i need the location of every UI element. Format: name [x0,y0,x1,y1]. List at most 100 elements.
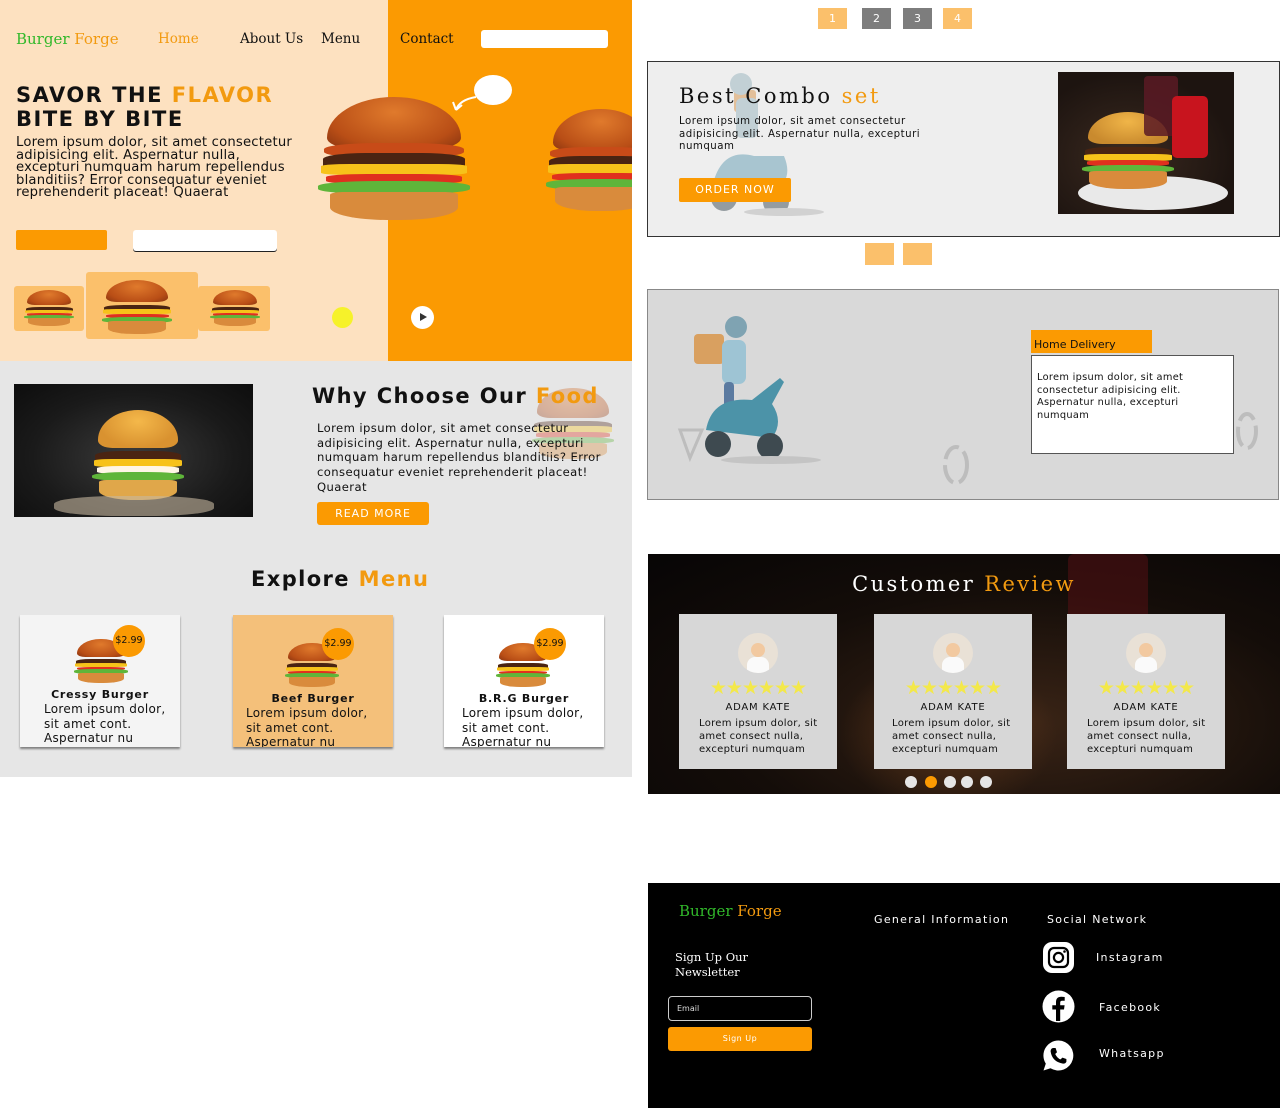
brand-name-part1: Burger [679,902,733,920]
hero-burger-clip [388,97,632,225]
avatar [933,633,973,673]
combo-nav-next[interactable] [903,243,932,265]
newsletter-heading: Sign Up Our Newsletter [675,950,748,980]
footer-logo[interactable]: Burger Forge [679,902,782,920]
newsletter-line2: Newsletter [675,965,740,979]
facebook-link[interactable]: Facebook [1099,1001,1161,1014]
menu-card-name: Beef Burger [271,692,355,705]
reviewer-name: ADAM KATE [725,702,791,713]
review-title-text: Customer [852,572,985,596]
review-card-1: ★★★★★★ ADAM KATE Lorem ipsum dolor, sit … [679,614,837,769]
why-title-highlight: Food [535,384,599,408]
reviewer-name: ADAM KATE [1113,702,1179,713]
hero-title-line2: BITE BY BITE [16,107,184,131]
explore-title-text: Explore [251,567,359,591]
thumbnail-1[interactable] [14,286,84,331]
decorative-ring-2 [1236,412,1258,450]
menu-card-cressy[interactable]: $2.99 Cressy Burger Lorem ipsum dolor, s… [20,615,180,747]
carousel-dot-1[interactable] [905,776,917,788]
play-button[interactable] [411,306,434,329]
price-badge: $2.99 [534,628,566,660]
review-text: Lorem ipsum dolor, sit amet consect null… [699,718,818,755]
menu-card-description: Lorem ipsum dolor, sit amet cont. Aspern… [462,706,584,747]
carousel-dot-2-active[interactable] [925,776,937,788]
combo-title-text: Best Combo [679,84,842,108]
nav-about[interactable]: About Us [240,31,303,47]
page-button-3[interactable]: 3 [903,8,932,29]
decorative-ring [943,445,969,485]
carousel-dot-3[interactable] [944,776,956,788]
combo-title: Best Combo set [679,84,881,108]
delivery-scooter-illustration [677,316,821,464]
email-field[interactable]: Email [668,996,812,1021]
carousel-dot-4[interactable] [961,776,973,788]
search-input[interactable] [481,30,608,48]
review-card-3: ★★★★★★ ADAM KATE Lorem ipsum dolor, sit … [1067,614,1225,769]
menu-card-description: Lorem ipsum dolor, sit amet cont. Aspern… [246,706,368,747]
combo-image [1058,72,1234,214]
avatar [1126,633,1166,673]
nav-menu[interactable]: Menu [321,31,360,47]
brand-name-part1: Burger [16,30,70,48]
menu-card-brg[interactable]: $2.99 B.R.G Burger Lorem ipsum dolor, si… [444,615,604,747]
facebook-icon[interactable] [1042,990,1075,1023]
explore-title: Explore Menu [251,567,429,591]
brand-name-part2: Forge [737,902,782,920]
nav-home[interactable]: Home [158,31,199,47]
home-delivery-description: Lorem ipsum dolor, sit amet consectetur … [1031,355,1234,454]
rating-stars: ★★★★★★ [1097,677,1195,699]
brand-logo[interactable]: Burger Forge [16,30,119,48]
combo-nav-prev[interactable] [865,243,894,265]
hero-title: SAVOR THE FLAVOR BITE BY BITE [16,83,273,131]
hero-secondary-button[interactable] [133,230,277,251]
instagram-icon[interactable] [1042,941,1075,974]
reviewer-name: ADAM KATE [920,702,986,713]
hero-primary-button[interactable] [16,230,107,250]
whatsapp-link[interactable]: Whatsapp [1099,1047,1165,1060]
menu-card-name: B.R.G Burger [478,692,570,705]
page-button-1[interactable]: 1 [818,8,847,29]
carousel-dot-5[interactable] [980,776,992,788]
review-text: Lorem ipsum dolor, sit amet consect null… [892,718,1011,755]
why-title-text: Why Choose Our [312,384,536,408]
rating-stars: ★★★★★★ [904,677,1002,699]
rating-stars: ★★★★★★ [709,677,807,699]
review-title-highlight: Review [984,572,1076,596]
review-text: Lorem ipsum dolor, sit amet consect null… [1087,718,1206,755]
thumbnail-2-active[interactable] [86,272,198,339]
nav-contact[interactable]: Contact [400,31,454,47]
avatar [738,633,778,673]
menu-card-name: Cressy Burger [51,688,149,701]
read-more-button[interactable]: READ MORE [317,502,429,525]
why-title: Why Choose Our Food [312,384,599,408]
menu-card-beef[interactable]: $2.99 Beef Burger Lorem ipsum dolor, sit… [233,615,393,747]
speech-bubble-icon [452,75,512,111]
review-card-2: ★★★★★★ ADAM KATE Lorem ipsum dolor, sit … [874,614,1032,769]
hero-title-highlight: FLAVOR [171,83,274,107]
newsletter-line1: Sign Up Our [675,950,749,964]
hero-burger-image-2 [546,109,632,215]
instagram-link[interactable]: Instagram [1096,951,1164,964]
slider-dot[interactable] [332,307,353,328]
page-button-4[interactable]: 4 [943,8,972,29]
combo-description: Lorem ipsum dolor, sit amet consectetur … [679,116,921,152]
menu-card-description: Lorem ipsum dolor, sit amet cont. Aspern… [44,702,166,745]
page-button-2[interactable]: 2 [862,8,891,29]
general-information-heading: General Information [874,913,1010,926]
sign-up-button[interactable]: Sign Up [668,1027,812,1051]
review-title: Customer Review [648,572,1280,596]
home-delivery-tab[interactable]: Home Delivery [1031,330,1152,353]
explore-title-highlight: Menu [358,567,430,591]
whatsapp-icon[interactable] [1042,1039,1075,1072]
thumbnail-3[interactable] [198,286,270,331]
combo-title-highlight: set [841,84,881,108]
hero-description: Lorem ipsum dolor, sit amet consectetur … [16,135,292,201]
why-description: Lorem ipsum dolor, sit amet consectetur … [317,421,601,494]
price-badge: $2.99 [322,628,354,660]
hero-title-line1: SAVOR THE [16,83,172,107]
brand-name-part2: Forge [74,30,119,48]
order-now-button[interactable]: ORDER NOW [679,178,791,202]
why-burger-image [14,384,253,517]
price-badge: $2.99 [113,625,145,657]
social-network-heading: Social Network [1047,913,1148,926]
